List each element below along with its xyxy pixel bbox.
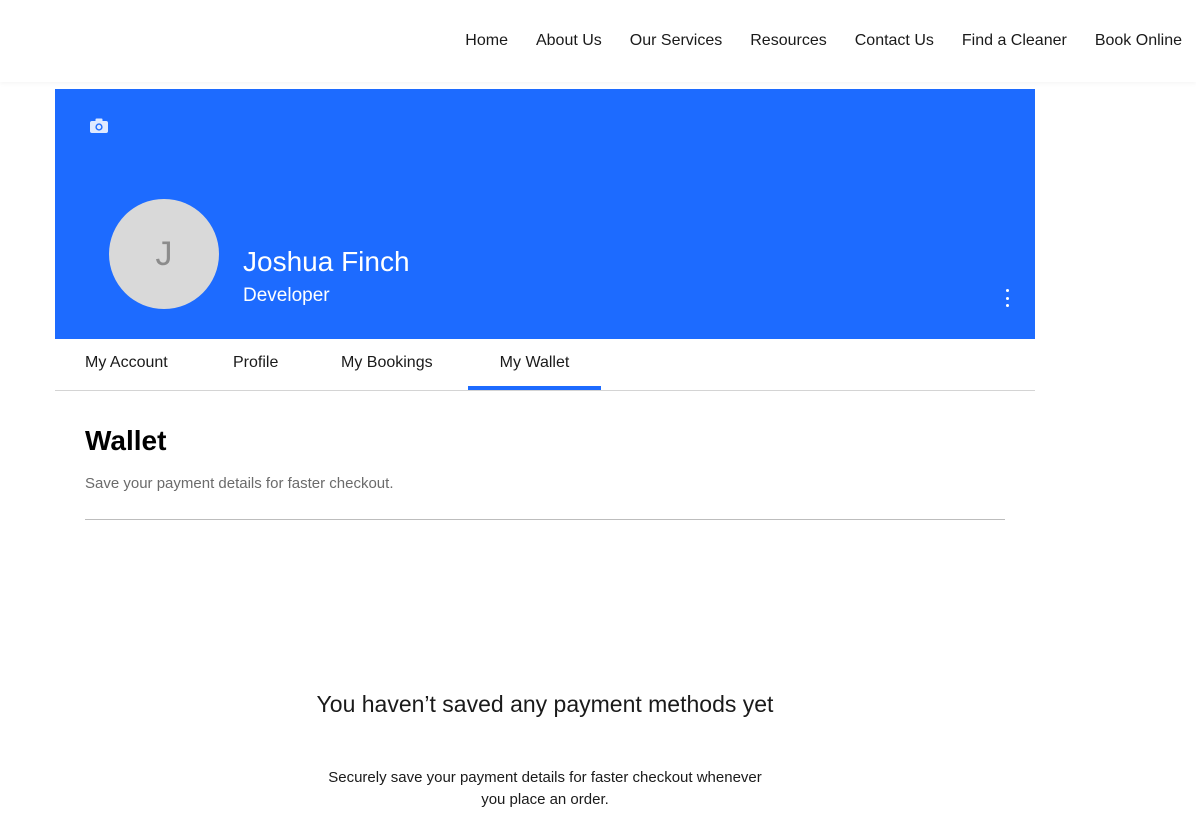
camera-icon[interactable]	[89, 117, 109, 135]
page-subtitle: Save your payment details for faster che…	[85, 475, 394, 492]
page: Home About Us Our Services Resources Con…	[0, 0, 1196, 829]
main-nav: Home About Us Our Services Resources Con…	[437, 31, 1182, 51]
more-vertical-icon[interactable]	[1001, 289, 1013, 307]
empty-state-description: Securely save your payment details for f…	[328, 769, 762, 808]
nav-link-contact-us[interactable]: Contact Us	[855, 32, 934, 49]
nav-link-find-a-cleaner[interactable]: Find a Cleaner	[962, 32, 1067, 49]
page-title: Wallet	[85, 425, 167, 456]
tab-my-wallet[interactable]: My Wallet	[468, 339, 601, 390]
profile-cover: J Joshua Finch Developer	[55, 89, 1035, 339]
avatar[interactable]: J	[109, 199, 219, 309]
nav-link-book-online[interactable]: Book Online	[1095, 32, 1182, 49]
site-header: Home About Us Our Services Resources Con…	[0, 0, 1196, 82]
tab-my-account[interactable]: My Account	[85, 339, 168, 390]
nav-link-resources[interactable]: Resources	[750, 32, 826, 49]
more-dot	[1005, 296, 1009, 300]
more-dot	[1005, 289, 1009, 292]
nav-link-about-us[interactable]: About Us	[536, 32, 602, 49]
profile-title: Developer	[243, 285, 330, 306]
tab-my-bookings[interactable]: My Bookings	[341, 339, 433, 390]
section-divider	[85, 519, 1005, 520]
empty-state-title: You haven’t saved any payment methods ye…	[316, 691, 774, 717]
more-dot	[1005, 304, 1009, 307]
nav-link-our-services[interactable]: Our Services	[630, 32, 722, 49]
tab-profile[interactable]: Profile	[233, 339, 278, 390]
profile-name: Joshua Finch	[243, 246, 410, 277]
nav-link-home[interactable]: Home	[465, 32, 508, 49]
avatar-initial: J	[155, 234, 173, 273]
profile-tabs: My Account Profile My Bookings My Wallet	[55, 339, 1035, 391]
